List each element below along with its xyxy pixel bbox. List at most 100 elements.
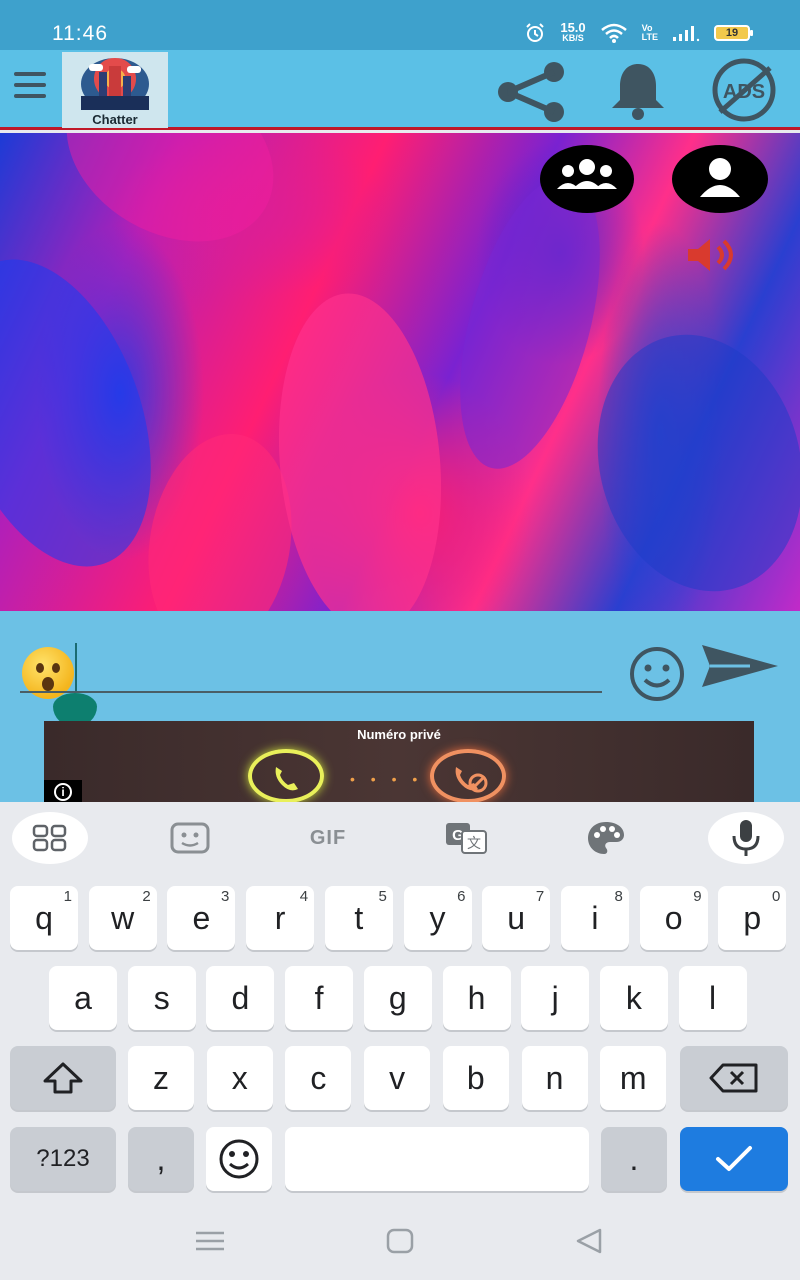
key-label: d [231,979,250,1016]
shift-key[interactable] [10,1046,116,1110]
ad-info-icon[interactable]: i [44,780,82,802]
key-o[interactable]: o9 [639,886,708,950]
app-bar: Chatter ADS [0,50,800,130]
key-y[interactable]: y6 [403,886,472,950]
keyboard: GIF G文 q1w2e3r4t5y6u7i8o9p0 asdfghjkl zx… [0,802,800,1200]
key-n[interactable]: n [521,1046,588,1110]
status-icons: 15.0 KB/S Vo LTE 19 [524,20,753,44]
key-label: x [231,1059,248,1096]
sticker-icon[interactable] [160,812,220,864]
ad-accept-call-icon [248,749,324,802]
comma-key[interactable]: , [128,1127,194,1191]
ad-decline-call-icon [430,749,506,802]
profile-button[interactable] [672,145,768,213]
backspace-key[interactable] [680,1046,788,1110]
key-t[interactable]: t5 [324,886,393,950]
share-icon[interactable] [492,58,572,122]
key-label: j [551,979,559,1016]
key-label: a [74,979,92,1016]
key-a[interactable]: a [49,966,117,1030]
volte-indicator: Vo LTE [642,24,658,42]
key-label: g [388,979,407,1016]
key-label: q [35,899,53,936]
emoji-key[interactable] [206,1127,272,1191]
key-label: z [153,1059,169,1096]
key-s[interactable]: s [127,966,196,1030]
key-hint: 3 [221,888,230,905]
svg-text:文: 文 [467,836,481,852]
ad-info-label: i [54,783,72,801]
logo-label: Chatter [92,112,138,127]
key-b[interactable]: b [442,1046,509,1110]
key-hint: 5 [378,888,387,905]
back-icon[interactable] [570,1226,610,1256]
key-z[interactable]: z [128,1046,194,1110]
ad-strip: Numéro privé • • • • i [0,721,800,802]
app-logo[interactable]: Chatter [62,52,168,128]
symbols-key[interactable]: ?123 [10,1127,116,1191]
palette-icon[interactable] [576,812,636,864]
send-icon[interactable] [700,641,780,691]
key-d[interactable]: d [206,966,275,1030]
emoji-key-icon [219,1139,259,1179]
input-underline [20,691,602,693]
space-key[interactable] [285,1127,589,1191]
ad-title: Numéro privé [357,727,441,742]
key-label: l [709,979,717,1016]
message-input[interactable] [78,651,598,691]
key-hint: 7 [535,888,545,905]
smile-icon[interactable] [628,645,686,703]
key-g[interactable]: g [363,966,432,1030]
key-v[interactable]: v [364,1046,431,1110]
key-label: s [153,979,170,1016]
alarm-icon [526,23,545,42]
enter-key[interactable] [680,1127,788,1191]
paint-streak [265,286,455,611]
apps-grid-icon[interactable] [12,812,88,864]
ad-banner[interactable]: Numéro privé • • • • i [44,721,754,802]
wifi-icon [600,23,627,43]
paint-streak [34,133,306,278]
signal-icon [673,26,700,42]
key-label: h [467,979,486,1016]
gif-button[interactable]: GIF [296,812,360,864]
key-u[interactable]: u7 [482,886,551,950]
mic-icon[interactable] [708,812,784,864]
key-label: f [314,979,324,1016]
key-label: r [274,899,286,936]
group-button[interactable] [540,145,634,213]
key-label: e [192,899,211,936]
paint-streak [569,311,800,611]
key-i[interactable]: i8 [560,886,629,950]
backspace-icon [709,1063,758,1093]
key-f[interactable]: f [285,966,354,1030]
key-r[interactable]: r4 [246,886,315,950]
text-caret [75,643,77,693]
checkmark-icon [716,1146,752,1171]
net-speed-value: 15.0 [560,20,586,35]
net-speed-unit: KB/S [562,33,584,43]
recents-icon[interactable] [190,1226,230,1256]
key-j[interactable]: j [521,966,590,1030]
key-hint: 2 [142,888,151,905]
period-key[interactable]: . [601,1127,667,1191]
key-w[interactable]: w2 [88,886,157,950]
ads-off-icon[interactable]: ADS [698,58,790,122]
key-c[interactable]: c [285,1046,352,1110]
key-m[interactable]: m [600,1046,667,1110]
key-q[interactable]: q1 [10,886,78,950]
shift-icon [43,1062,83,1094]
key-e[interactable]: e3 [167,886,236,950]
bell-icon[interactable] [606,58,670,122]
translate-icon[interactable]: G文 [436,812,496,864]
key-h[interactable]: h [442,966,511,1030]
key-p[interactable]: p0 [718,886,787,950]
speaker-icon[interactable] [686,235,742,275]
menu-icon[interactable] [14,72,46,104]
key-x[interactable]: x [206,1046,273,1110]
key-k[interactable]: k [599,966,668,1030]
video-stage [0,133,800,611]
key-l[interactable]: l [678,966,747,1030]
home-icon[interactable] [380,1226,420,1256]
volte-bottom: LTE [641,32,658,42]
